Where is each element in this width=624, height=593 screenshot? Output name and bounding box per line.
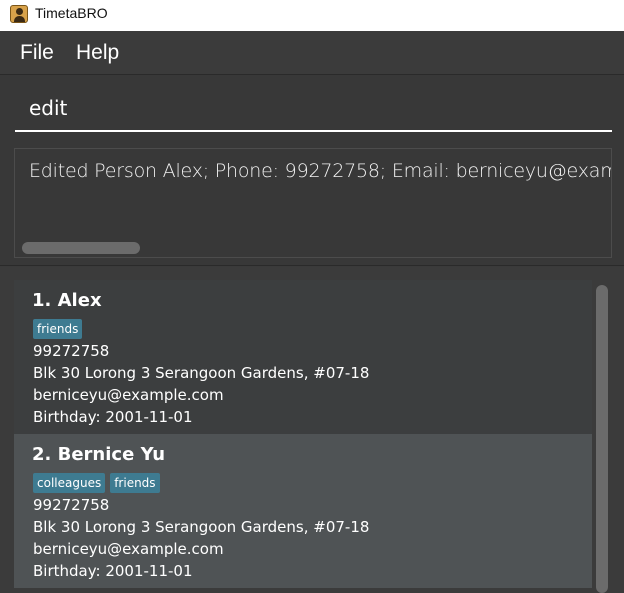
person-email: berniceyu@example.com — [33, 386, 224, 404]
menu-bar: File Help — [0, 31, 624, 75]
menu-file[interactable]: File — [20, 41, 54, 65]
vertical-scrollbar-thumb[interactable] — [596, 285, 608, 593]
menu-help[interactable]: Help — [76, 41, 119, 65]
contact-book-icon — [10, 5, 28, 23]
person-birthday: Birthday: 2001-11-01 — [33, 408, 193, 426]
tag-list: friends — [33, 319, 83, 339]
command-box-area — [0, 75, 624, 142]
person-list: 1. Alex friends 99272758 Blk 30 Lorong 3… — [0, 267, 624, 593]
person-address: Blk 30 Lorong 3 Serangoon Gardens, #07-1… — [33, 518, 370, 536]
person-name: 2. Bernice Yu — [32, 444, 166, 465]
title-bar: TimetaBRO — [0, 0, 624, 31]
person-address: Blk 30 Lorong 3 Serangoon Gardens, #07-1… — [33, 364, 370, 382]
window-title: TimetaBRO — [35, 5, 108, 21]
horizontal-scrollbar[interactable] — [22, 242, 140, 254]
tag: friends — [33, 319, 83, 339]
result-text: Edited Person Alex; Phone: 99272758; Ema… — [29, 160, 611, 182]
vertical-scrollbar-track[interactable] — [596, 285, 608, 593]
result-display-area: Edited Person Alex; Phone: 99272758; Ema… — [0, 142, 624, 266]
person-birthday: Birthday: 2001-11-01 — [33, 562, 193, 580]
result-display: Edited Person Alex; Phone: 99272758; Ema… — [14, 148, 612, 258]
person-phone: 99272758 — [33, 496, 110, 514]
person-card[interactable]: 1. Alex friends 99272758 Blk 30 Lorong 3… — [14, 280, 592, 434]
person-phone: 99272758 — [33, 342, 110, 360]
person-card-selected[interactable]: 2. Bernice Yu colleagues friends 9927275… — [14, 434, 592, 588]
command-input[interactable] — [15, 86, 612, 132]
person-email: berniceyu@example.com — [33, 540, 224, 558]
person-name: 1. Alex — [32, 290, 102, 311]
tag: friends — [110, 473, 160, 493]
tag-list: colleagues friends — [33, 473, 160, 493]
tag: colleagues — [33, 473, 106, 493]
